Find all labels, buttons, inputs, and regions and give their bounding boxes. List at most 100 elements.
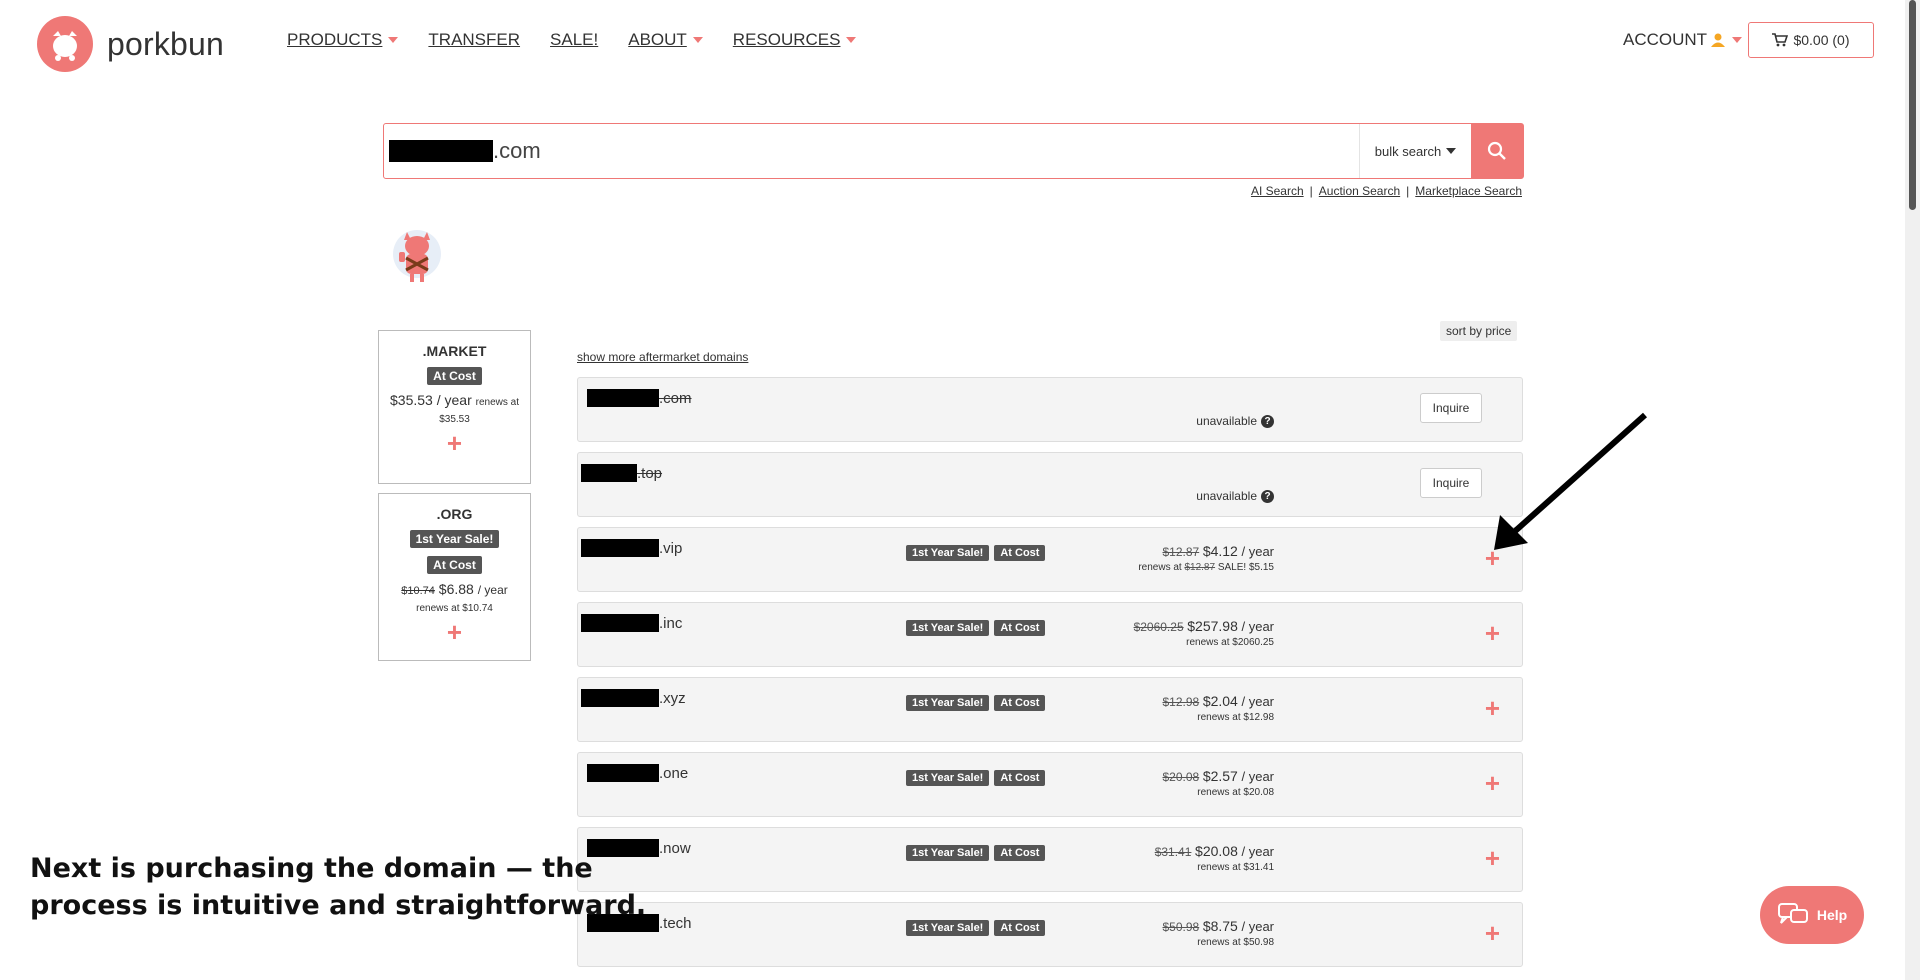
tld-price: $35.53 / year renews at $35.53: [379, 393, 530, 427]
search-input[interactable]: .com: [384, 124, 1359, 178]
tld-name: .MARKET: [422, 343, 487, 359]
nav-products[interactable]: PRODUCTS: [287, 30, 399, 50]
redacted-text: [587, 389, 659, 407]
show-more-aftermarket-link[interactable]: show more aftermarket domains: [577, 350, 748, 364]
redacted-text: [389, 140, 493, 162]
bulk-search-label: bulk search: [1374, 143, 1442, 159]
add-to-cart-icon[interactable]: +: [379, 619, 530, 645]
chevron-down-icon: [388, 37, 399, 43]
cart-icon: [1772, 33, 1789, 47]
brand-logo[interactable]: porkbun: [37, 16, 224, 72]
question-icon[interactable]: ?: [1261, 414, 1274, 428]
bulk-search-dropdown[interactable]: bulk search: [1359, 124, 1471, 178]
redacted-text: [581, 464, 637, 482]
account-menu[interactable]: ACCOUNT: [1623, 30, 1743, 50]
nav-transfer[interactable]: TRANSFER: [428, 30, 520, 50]
help-button[interactable]: Help: [1760, 886, 1864, 944]
domain-tld: .inc: [659, 614, 683, 632]
price-value: $2.04: [1202, 693, 1238, 709]
add-to-cart-icon[interactable]: +: [379, 430, 530, 456]
row-badges: 1st Year Sale! At Cost: [906, 545, 1046, 561]
old-price: $10.74: [401, 585, 435, 597]
old-price: $2060.25: [1133, 620, 1184, 634]
domain-price: $31.41 $20.08 / year renews at $31.41: [1155, 843, 1274, 876]
domain-tld: .com: [659, 389, 692, 407]
pig-logo-icon: [37, 16, 93, 72]
domain-result-row: .tech 1st Year Sale! At Cost $50.98 $8.75 /…: [577, 902, 1523, 967]
domain-price: $20.08 $2.57 / year renews at $20.08: [1162, 768, 1274, 801]
renew-price: renews at $12.87 SALE! $5.15: [1138, 560, 1274, 576]
row-badges: 1st Year Sale! At Cost: [906, 695, 1046, 711]
domain-tld: .xyz: [659, 689, 686, 707]
cart-button[interactable]: $0.00 (0): [1748, 22, 1874, 58]
arrow-annotation: [1494, 412, 1647, 550]
ai-search-link[interactable]: AI Search: [1251, 184, 1304, 198]
nav-label: ABOUT: [628, 30, 687, 49]
cart-total: $0.00 (0): [1793, 32, 1850, 48]
old-price: $12.87: [1162, 545, 1200, 559]
at-cost-badge: At Cost: [994, 920, 1046, 936]
unavailable-status: unavailable?: [1196, 489, 1274, 503]
chevron-down-icon: [692, 37, 703, 43]
tld-card-market: .MARKET At Cost $35.53 / year renews at …: [378, 330, 531, 484]
chat-bubbles-icon: [1777, 903, 1808, 924]
sale-badge: 1st Year Sale!: [906, 770, 990, 786]
page: porkbun PRODUCTS TRANSFER SALE! ABOUT RE…: [0, 0, 1920, 980]
renew-price: renews at $2060.25: [1134, 635, 1274, 651]
at-cost-badge: At Cost: [994, 770, 1046, 786]
at-cost-badge: At Cost: [427, 367, 482, 385]
domain-tld: .one: [659, 764, 689, 782]
renew-price: renews at $10.74: [416, 603, 493, 614]
nav-resources[interactable]: RESOURCES: [733, 30, 857, 50]
price-value: $6.88: [438, 581, 474, 597]
inquire-button[interactable]: Inquire: [1420, 468, 1482, 498]
price-per: / year: [1241, 544, 1274, 559]
domain-price: $12.98 $2.04 / year renews at $12.98: [1162, 693, 1274, 726]
renew-text: renews at $31.41: [1197, 862, 1274, 873]
row-badges: 1st Year Sale! At Cost: [906, 845, 1046, 861]
price-per: / year: [1241, 694, 1274, 709]
pig-mascot-icon: [393, 230, 441, 282]
price-value: $20.08: [1195, 843, 1238, 859]
sale-badge: 1st Year Sale!: [906, 695, 990, 711]
renew-old-price: $12.87: [1184, 562, 1216, 573]
domain-result-row: .now 1st Year Sale! At Cost $31.41 $20.08 /…: [577, 827, 1523, 892]
at-cost-badge: At Cost: [427, 556, 482, 574]
add-to-cart-icon[interactable]: +: [1485, 620, 1500, 646]
at-cost-badge: At Cost: [994, 545, 1046, 561]
nav-about[interactable]: ABOUT: [628, 30, 703, 50]
at-cost-badge: At Cost: [994, 695, 1046, 711]
caret-down-icon: [1446, 148, 1457, 154]
domain-name: .vip: [581, 539, 682, 557]
row-badges: 1st Year Sale! At Cost: [906, 920, 1046, 936]
nav-label: TRANSFER: [428, 30, 521, 49]
auction-search-link[interactable]: Auction Search: [1319, 184, 1400, 198]
search-button[interactable]: [1471, 124, 1523, 178]
status-label: unavailable: [1196, 414, 1257, 428]
add-to-cart-icon[interactable]: +: [1485, 695, 1500, 721]
price-per: / year: [1241, 769, 1274, 784]
caption-line: Next is purchasing the domain — the: [30, 853, 593, 884]
scrollbar-thumb[interactable]: [1909, 0, 1916, 210]
domain-result-row: .vip 1st Year Sale! At Cost $12.87 $4.12 / …: [577, 527, 1523, 592]
add-to-cart-icon[interactable]: +: [1485, 920, 1500, 946]
inquire-button[interactable]: Inquire: [1420, 393, 1482, 423]
sort-by-price-button[interactable]: sort by price: [1440, 321, 1518, 341]
renew-price: renews at $20.08: [1162, 785, 1274, 801]
domain-name: .xyz: [581, 689, 686, 707]
search-links: AI Search | Auction Search | Marketplace S…: [1250, 184, 1522, 198]
marketplace-search-link[interactable]: Marketplace Search: [1415, 184, 1522, 198]
domain-price: $12.87 $4.12 / year renews at $12.87 SALE…: [1138, 543, 1274, 576]
price-per: / year: [436, 392, 472, 408]
domain-tld: .top: [637, 464, 663, 482]
at-cost-badge: At Cost: [994, 620, 1046, 636]
price-per: / year: [477, 583, 508, 597]
add-to-cart-icon[interactable]: +: [1485, 770, 1500, 796]
renew-price: renews at $12.98: [1162, 710, 1274, 726]
add-to-cart-icon[interactable]: +: [1485, 845, 1500, 871]
main-nav: PRODUCTS TRANSFER SALE! ABOUT RESOURCES: [287, 30, 857, 50]
status-label: unavailable: [1196, 489, 1257, 503]
question-icon[interactable]: ?: [1261, 489, 1274, 503]
domain-result-row: .top unavailable? Inquire: [577, 452, 1523, 517]
nav-sale[interactable]: SALE!: [550, 30, 598, 50]
